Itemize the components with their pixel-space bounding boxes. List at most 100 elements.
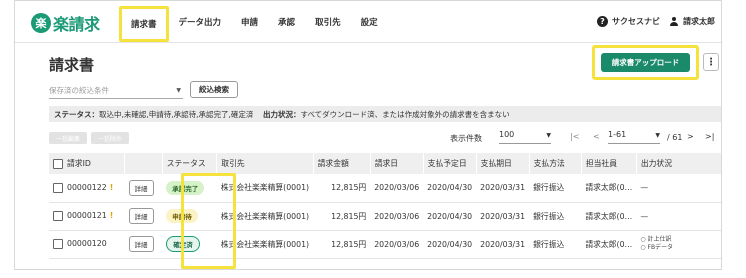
- page-total: / 61: [667, 133, 683, 142]
- detail-button[interactable]: 詳細: [128, 179, 154, 196]
- header-amount[interactable]: 請求金額: [313, 153, 371, 174]
- row-checkbox[interactable]: [53, 182, 63, 193]
- header-status[interactable]: ステータス: [162, 153, 218, 174]
- payment-method-cell: 銀行振込: [529, 202, 582, 231]
- due-date-cell: 2020/03/31: [476, 202, 530, 231]
- due-date-cell: 2020/03/31: [476, 230, 530, 259]
- planned-date-cell: 2020/04/30: [423, 174, 477, 203]
- nav-item-data-export[interactable]: データ出力: [169, 1, 232, 43]
- help-link[interactable]: ? サクセスナビ: [597, 16, 660, 27]
- status-badge: 確定済: [166, 236, 200, 252]
- invoice-date-cell: 2020/03/06: [370, 174, 424, 203]
- nav-item-invoices[interactable]: 請求書: [119, 5, 169, 42]
- last-page-button[interactable]: >|: [705, 132, 714, 141]
- table-row[interactable]: 00000121! 詳細 申請待 株式会社楽楽精算(0001) 12,815円 …: [49, 202, 721, 231]
- staff-cell: 請求太郎(0…: [581, 230, 637, 259]
- detail-button[interactable]: 詳細: [128, 208, 154, 224]
- bulk-edit-button[interactable]: 一括編集: [49, 132, 87, 144]
- header-output-status[interactable]: 出力状況: [636, 153, 721, 174]
- first-page-button[interactable]: |<: [570, 132, 579, 141]
- display-count-label: 表示件数: [450, 134, 482, 143]
- user-name: 請求太郎: [683, 17, 715, 26]
- header-invoice-date[interactable]: 請求日: [370, 153, 424, 174]
- next-page-button[interactable]: >: [687, 132, 694, 141]
- help-label: サクセスナビ: [612, 17, 660, 26]
- invoice-table: 請求ID ステータス 取引先 請求金額 請求日 支払予定日 支払期日 支払方法 …: [49, 153, 721, 259]
- logo-mark-icon: 楽: [31, 13, 51, 33]
- app-logo[interactable]: 楽 楽請求: [31, 11, 100, 35]
- app-frame: 楽 楽請求 請求書 データ出力 申請 承認 取引先 設定 ? サクセスナビ 請求…: [14, 0, 722, 270]
- invoice-id-cell: 00000122!: [49, 174, 125, 203]
- status-badge: 承認完了: [166, 180, 205, 195]
- payment-method-cell: 銀行振込: [529, 230, 582, 259]
- saved-filter-placeholder: 保存済の絞込条件: [49, 86, 109, 95]
- output-status-cell: —: [636, 202, 721, 231]
- display-count-select[interactable]: 100 ▼: [499, 130, 551, 144]
- display-count-value: 100: [499, 130, 515, 139]
- main-nav: 請求書 データ出力 申請 承認 取引先 設定: [119, 1, 388, 43]
- upload-invoice-button[interactable]: 請求書アップロード: [601, 53, 690, 72]
- filter-summary-bar: ステータス：取込中,未確認,申請待,承認待,承認完了,確定済 出力状況：すべてダ…: [49, 106, 721, 122]
- amount-cell: 12,815円: [313, 174, 371, 203]
- bulk-exclude-button[interactable]: 一括除外: [91, 132, 129, 144]
- user-icon: [669, 16, 679, 27]
- header-planned-date[interactable]: 支払予定日: [423, 153, 477, 174]
- header-invoice-id[interactable]: 請求ID: [49, 153, 126, 174]
- page-range-value: 1-61: [608, 130, 627, 139]
- output-status-cell: ○ 計上仕訳 ○ FBデータ: [636, 230, 721, 259]
- nav-item-settings[interactable]: 設定: [351, 1, 388, 43]
- user-menu[interactable]: 請求太郎: [669, 16, 715, 27]
- header-payment-method[interactable]: 支払方法: [529, 153, 582, 174]
- table-row[interactable]: 00000120 詳細 確定済 株式会社楽楽精算(0001) 12,815円 2…: [49, 230, 721, 259]
- status-filter-label: ステータス：: [54, 110, 99, 119]
- payment-method-cell: 銀行振込: [529, 174, 582, 203]
- planned-date-cell: 2020/04/30: [423, 202, 477, 231]
- warning-icon: !: [109, 182, 114, 192]
- status-filter-value: 取込中,未確認,申請待,承認待,承認完了,確定済: [99, 110, 254, 119]
- saved-filter-select[interactable]: 保存済の絞込条件 ▼: [49, 83, 183, 99]
- invoice-date-cell: 2020/03/06: [370, 230, 424, 259]
- row-checkbox[interactable]: [53, 239, 63, 249]
- row-checkbox[interactable]: [53, 211, 63, 221]
- nav-item-approval[interactable]: 承認: [268, 1, 305, 43]
- staff-cell: 請求太郎(0…: [581, 174, 637, 203]
- planned-date-cell: 2020/04/30: [423, 230, 477, 259]
- partner-cell: 株式会社楽楽精算(0001): [216, 230, 314, 259]
- staff-cell: 請求太郎(0…: [581, 202, 637, 231]
- logo-text: 楽請求: [53, 15, 100, 34]
- prev-page-button[interactable]: <: [593, 132, 600, 141]
- top-bar: 楽 楽請求 請求書 データ出力 申請 承認 取引先 設定 ? サクセスナビ 請求…: [15, 1, 721, 43]
- due-date-cell: 2020/03/31: [476, 174, 530, 203]
- caret-down-icon: ▼: [176, 87, 181, 94]
- table-row[interactable]: 00000122! 詳細 承認完了 株式会社楽楽精算(0001) 12,815円…: [49, 174, 721, 203]
- more-options-button[interactable]: ⋮: [703, 53, 719, 71]
- nav-item-application[interactable]: 申請: [231, 1, 268, 43]
- header-blank: [124, 153, 163, 174]
- header-partner[interactable]: 取引先: [216, 153, 314, 174]
- invoice-id-cell: 00000121!: [49, 202, 125, 231]
- upload-highlight: 請求書アップロード: [592, 45, 699, 80]
- caret-down-icon: ▼: [546, 132, 551, 139]
- detail-button[interactable]: 詳細: [128, 236, 154, 252]
- output-filter-value: すべてダウンロード済、または作成対象外の請求書を含まない: [300, 110, 510, 119]
- caret-down-icon: ▼: [655, 132, 660, 139]
- page-title: 請求書: [49, 56, 95, 74]
- header-staff[interactable]: 担当社員: [581, 153, 637, 174]
- invoice-date-cell: 2020/03/06: [370, 202, 424, 231]
- amount-cell: 12,815円: [313, 202, 371, 231]
- output-filter-label: 出力状況：: [262, 110, 301, 119]
- table-header-row: 請求ID ステータス 取引先 請求金額 請求日 支払予定日 支払期日 支払方法 …: [49, 153, 721, 174]
- amount-cell: 12,815円: [313, 230, 371, 259]
- select-all-checkbox[interactable]: [53, 159, 63, 169]
- partner-cell: 株式会社楽楽精算(0001): [216, 202, 314, 231]
- output-status-cell: —: [636, 174, 721, 203]
- nav-item-partners[interactable]: 取引先: [305, 1, 351, 43]
- filter-search-button[interactable]: 絞込検索: [190, 81, 238, 98]
- status-badge: 申請待: [166, 209, 198, 223]
- warning-icon: !: [109, 211, 114, 220]
- invoice-id-cell: 00000120: [49, 230, 125, 259]
- header-due-date[interactable]: 支払期日: [476, 153, 530, 174]
- page-range-select[interactable]: 1-61 ▼: [608, 130, 660, 144]
- output-status-fb-data: ○ FBデータ: [640, 244, 674, 251]
- question-icon: ?: [597, 16, 608, 27]
